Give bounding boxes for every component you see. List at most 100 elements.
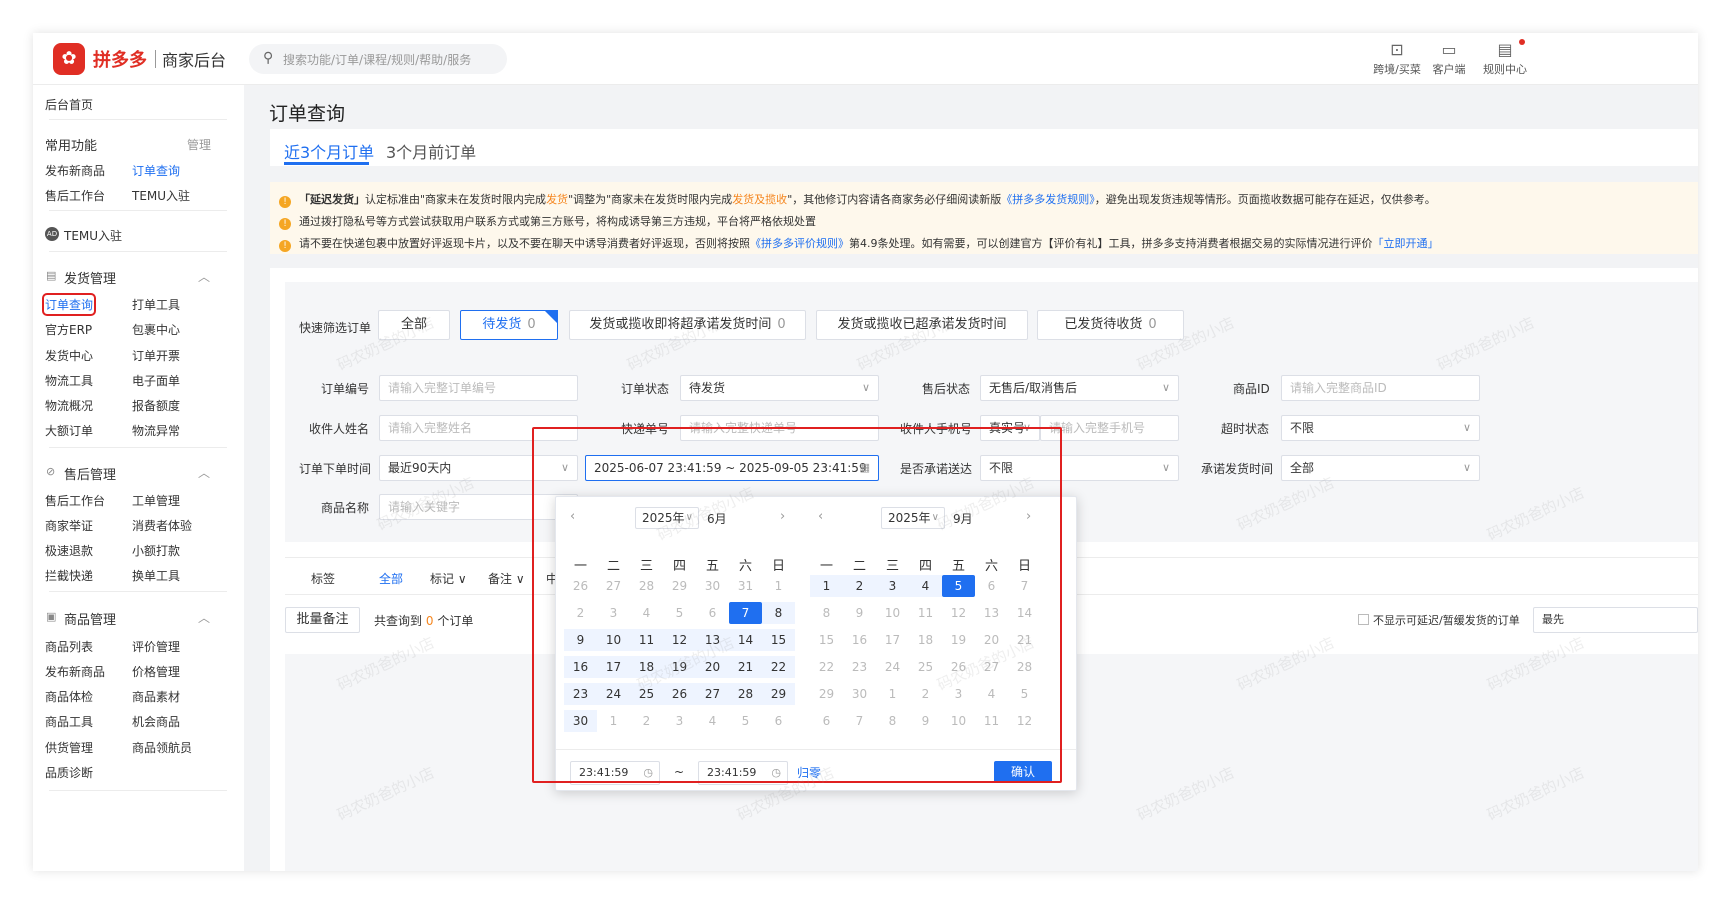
calendar-day[interactable]: 20 <box>696 656 729 678</box>
calendar-day[interactable]: 11 <box>630 629 663 651</box>
sidebar-item[interactable]: 评价管理 <box>132 638 180 655</box>
sidebar-item[interactable]: 订单查询 <box>132 162 180 179</box>
order-no-input[interactable]: 请输入完整订单编号 <box>379 375 578 401</box>
calendar-day[interactable]: 17 <box>597 656 630 678</box>
sidebar-item-home[interactable]: 后台首页 <box>45 96 93 113</box>
promise-delivery-select[interactable]: 不限 ∨ <box>980 455 1179 481</box>
sidebar-item[interactable]: 极速退款 <box>45 542 93 559</box>
sidebar-item[interactable]: 品质诊断 <box>45 764 93 781</box>
end-time-input[interactable]: 23:41:59 ◷ <box>698 761 788 785</box>
sidebar-item[interactable]: TEMU入驻 <box>132 187 190 204</box>
quick-filter-shipped[interactable]: 已发货待收货 0 <box>1037 310 1184 340</box>
sidebar-item[interactable]: 机会商品 <box>132 713 180 730</box>
order-time-select[interactable]: 最近90天内 ∨ <box>379 455 578 481</box>
express-no-input[interactable]: 请输入完整快递单号 <box>680 415 879 441</box>
pinduoduo-logo-icon[interactable]: ✿ <box>53 43 85 75</box>
chevron-up-icon[interactable]: ︿ <box>198 464 210 481</box>
prev-year-icon[interactable]: ‹ <box>570 509 575 524</box>
start-time-input[interactable]: 23:41:59 ◷ <box>570 761 660 785</box>
crossborder-tool[interactable]: ⊡ 跨境/买菜 <box>1367 39 1427 77</box>
quick-filter-near-deadline[interactable]: 发货或揽收即将超承诺发货时间 0 <box>569 310 806 340</box>
calendar-day[interactable]: 19 <box>663 656 696 678</box>
sidebar-item[interactable]: 物流工具 <box>45 372 93 389</box>
reset-time-link[interactable]: 归零 <box>797 764 821 781</box>
left-year-select[interactable]: 2025年 ∨ <box>635 507 699 529</box>
sidebar-item[interactable]: 物流概况 <box>45 397 93 414</box>
order-time-range-input[interactable]: 2025-06-07 23:41:59 ~ 2025-09-05 23:41:5… <box>585 455 879 481</box>
sidebar-item[interactable]: 发货中心 <box>45 347 93 364</box>
sidebar-item[interactable]: 工单管理 <box>132 492 180 509</box>
section-title-shipping[interactable]: 发货管理 <box>64 268 116 287</box>
sidebar-item[interactable]: 大额订单 <box>45 422 93 439</box>
calendar-day[interactable]: 28 <box>729 683 762 705</box>
calendar-day[interactable]: 9 <box>564 629 597 651</box>
calendar-day[interactable]: 24 <box>597 683 630 705</box>
review-rules-link[interactable]: 《拼多多评价规则》 <box>750 237 849 250</box>
sidebar-item[interactable]: 售后工作台 <box>45 187 105 204</box>
sidebar-item[interactable]: 商品体检 <box>45 688 93 705</box>
left-month-label[interactable]: 6月 <box>707 510 727 534</box>
hide-delayed-checkbox[interactable]: 不显示可延迟/暂缓发货的订单 <box>1358 612 1520 628</box>
chevron-up-icon[interactable]: ︿ <box>198 268 210 285</box>
calendar-day[interactable]: 10 <box>597 629 630 651</box>
calendar-day[interactable]: 15 <box>762 629 795 651</box>
tag-all[interactable]: 全部 <box>379 570 403 587</box>
tab-recent-3-months[interactable]: 近3个月订单 <box>284 139 374 163</box>
calendar-day[interactable]: 5 <box>942 575 975 597</box>
calendar-day[interactable]: 13 <box>696 629 729 651</box>
sidebar-item[interactable]: 商品列表 <box>45 638 93 655</box>
prev-month-icon[interactable]: ‹ <box>818 509 823 524</box>
goods-name-input[interactable]: 请输入关键字 <box>379 494 578 520</box>
sidebar-item-order-query[interactable]: 订单查询 <box>41 293 97 316</box>
calendar-day[interactable]: 27 <box>696 683 729 705</box>
sidebar-item-temu[interactable]: TEMU入驻 <box>64 227 122 244</box>
calendar-day[interactable]: 30 <box>564 710 597 732</box>
chevron-up-icon[interactable]: ︿ <box>198 609 210 626</box>
calendar-day[interactable]: 12 <box>663 629 696 651</box>
calendar-day[interactable]: 29 <box>762 683 795 705</box>
calendar-day[interactable]: 23 <box>564 683 597 705</box>
sidebar-item[interactable]: 报备额度 <box>132 397 180 414</box>
sidebar-item[interactable]: 供货管理 <box>45 739 93 756</box>
sidebar-item[interactable]: 打单工具 <box>132 296 180 313</box>
tag-remark-dropdown[interactable]: 备注 ∨ <box>488 570 525 587</box>
sidebar-item[interactable]: 商品工具 <box>45 713 93 730</box>
sidebar-item[interactable]: 价格管理 <box>132 663 180 680</box>
calendar-day[interactable]: 16 <box>564 656 597 678</box>
next-year-icon[interactable]: › <box>1026 509 1031 524</box>
sidebar-item[interactable]: 官方ERP <box>45 321 92 338</box>
batch-remark-button[interactable]: 批量备注 <box>285 607 360 633</box>
calendar-day[interactable]: 22 <box>762 656 795 678</box>
quick-filter-all[interactable]: 全部 <box>378 310 450 340</box>
sort-select[interactable]: 最先 <box>1533 607 1698 633</box>
calendar-day[interactable]: 26 <box>663 683 696 705</box>
calendar-day[interactable]: 8 <box>762 602 795 624</box>
open-now-link[interactable]: 「立即开通」 <box>1373 237 1439 250</box>
sidebar-item[interactable]: 物流异常 <box>132 422 180 439</box>
calendar-day[interactable]: 7 <box>729 602 762 624</box>
tab-before-3-months[interactable]: 3个月前订单 <box>386 139 476 163</box>
calendar-day[interactable]: 25 <box>630 683 663 705</box>
section-title-goods[interactable]: 商品管理 <box>64 609 116 628</box>
receiver-phone-input[interactable]: 请输入完整手机号 <box>1040 415 1179 441</box>
global-search[interactable]: ⚲ 搜索功能/订单/课程/规则/帮助/服务 <box>249 44 507 74</box>
sidebar-item[interactable]: 售后工作台 <box>45 492 105 509</box>
section-title-after-sales[interactable]: 售后管理 <box>64 464 116 483</box>
quick-filter-pending[interactable]: 待发货 0 <box>460 310 558 340</box>
shipping-rules-link[interactable]: 《拼多多发货规则》 <box>1001 193 1095 206</box>
sidebar-item[interactable]: 拦截快递 <box>45 567 93 584</box>
calendar-day[interactable]: 18 <box>630 656 663 678</box>
sidebar-item[interactable]: 发布新商品 <box>45 663 105 680</box>
sidebar-item[interactable]: 商品领航员 <box>132 739 192 756</box>
right-month-label[interactable]: 9月 <box>953 510 973 534</box>
calendar-day[interactable]: 4 <box>909 575 942 597</box>
after-sale-status-select[interactable]: 无售后/取消售后 ∨ <box>980 375 1179 401</box>
manage-link[interactable]: 管理 <box>187 136 211 153</box>
sidebar-item[interactable]: 电子面单 <box>132 372 180 389</box>
rules-center-tool[interactable]: ▤ 规则中心 <box>1475 39 1535 77</box>
calendar-day[interactable]: 14 <box>729 629 762 651</box>
quick-filter-overdue[interactable]: 发货或揽收已超承诺发货时间 <box>816 310 1028 340</box>
sidebar-item[interactable]: 消费者体验 <box>132 517 192 534</box>
calendar-day[interactable]: 3 <box>876 575 909 597</box>
goods-id-input[interactable]: 请输入完整商品ID <box>1281 375 1480 401</box>
